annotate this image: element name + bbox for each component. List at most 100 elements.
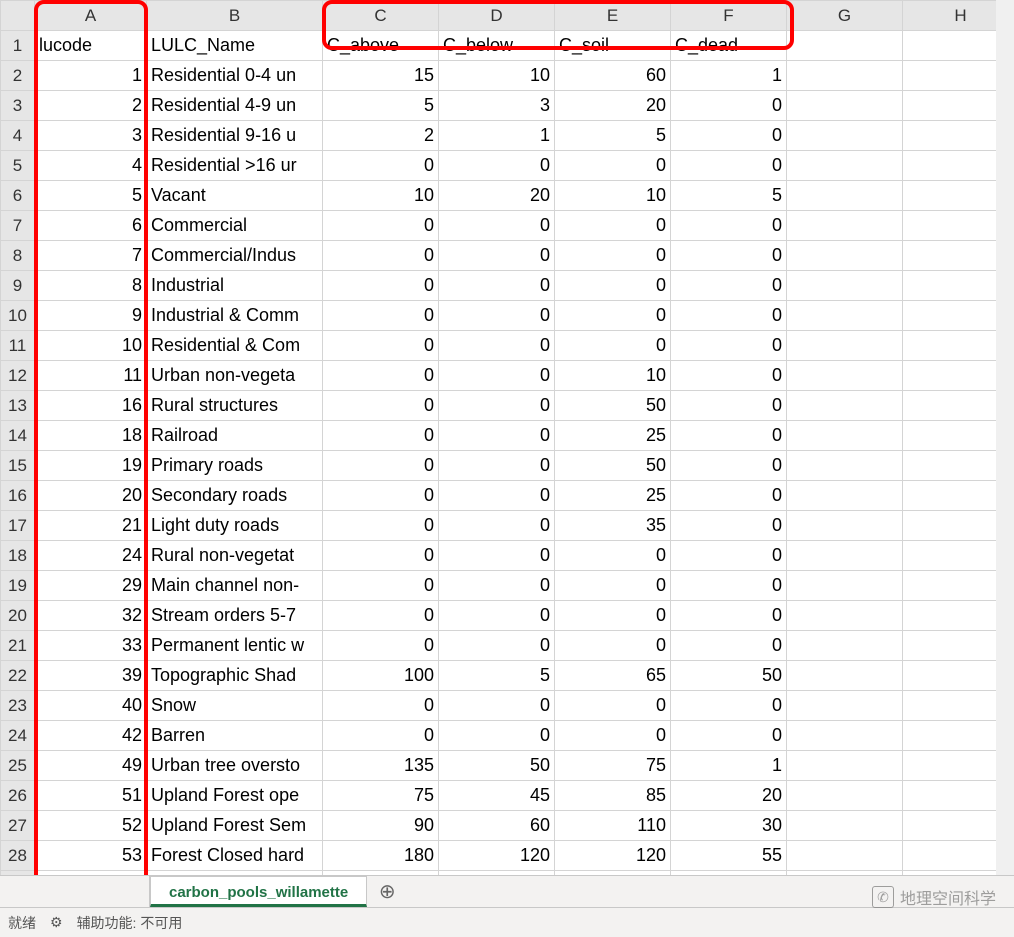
cell[interactable]: 16	[35, 391, 147, 421]
cell[interactable]: 0	[555, 241, 671, 271]
cell[interactable]: 0	[555, 271, 671, 301]
cell[interactable]: 0	[323, 421, 439, 451]
row-header[interactable]: 11	[1, 331, 35, 361]
cell[interactable]: 2	[323, 121, 439, 151]
cell[interactable]: 5	[555, 121, 671, 151]
cell[interactable]: C_above	[323, 31, 439, 61]
cell[interactable]: Residential 9-16 u	[147, 121, 323, 151]
cell[interactable]: 0	[671, 601, 787, 631]
cell[interactable]: Commercial/Indus	[147, 241, 323, 271]
cell[interactable]: Barren	[147, 721, 323, 751]
cell[interactable]: 10	[555, 181, 671, 211]
cell[interactable]: 0	[439, 481, 555, 511]
cell[interactable]: 19	[35, 451, 147, 481]
cell[interactable]: 7	[35, 241, 147, 271]
cell[interactable]: 120	[439, 841, 555, 871]
cell[interactable]: 0	[439, 601, 555, 631]
row-header[interactable]: 13	[1, 391, 35, 421]
cell[interactable]: 3	[439, 91, 555, 121]
col-header-F[interactable]: F	[671, 1, 787, 31]
cell[interactable]: 0	[671, 301, 787, 331]
cell[interactable]: 0	[439, 361, 555, 391]
cell[interactable]: 6	[35, 211, 147, 241]
row-header[interactable]: 2	[1, 61, 35, 91]
cell[interactable]: Urban tree oversto	[147, 751, 323, 781]
cell[interactable]	[787, 721, 903, 751]
cell[interactable]: 0	[323, 541, 439, 571]
cell[interactable]: 90	[323, 811, 439, 841]
cell[interactable]: 0	[323, 481, 439, 511]
cell[interactable]: 0	[323, 721, 439, 751]
cell[interactable]: 1	[439, 121, 555, 151]
cell[interactable]: 50	[555, 451, 671, 481]
cell[interactable]: 75	[323, 781, 439, 811]
col-header-E[interactable]: E	[555, 1, 671, 31]
cell[interactable]: 51	[35, 781, 147, 811]
cell[interactable]: 50	[555, 391, 671, 421]
cell[interactable]: 0	[323, 391, 439, 421]
cell[interactable]: 0	[439, 421, 555, 451]
cell[interactable]	[787, 451, 903, 481]
cell[interactable]: 9	[35, 301, 147, 331]
cell[interactable]: 45	[439, 781, 555, 811]
cell[interactable]: 0	[555, 301, 671, 331]
cell[interactable]: 0	[555, 151, 671, 181]
cell[interactable]: 1	[671, 751, 787, 781]
cell[interactable]: 0	[439, 631, 555, 661]
cell[interactable]: 60	[555, 61, 671, 91]
cell[interactable]	[787, 61, 903, 91]
cell[interactable]: 0	[439, 721, 555, 751]
cell[interactable]: 0	[323, 331, 439, 361]
cell[interactable]: 0	[439, 151, 555, 181]
row-header[interactable]: 27	[1, 811, 35, 841]
cell[interactable]: 0	[323, 211, 439, 241]
cell[interactable]: 5	[323, 91, 439, 121]
cell[interactable]: 1	[35, 61, 147, 91]
cell[interactable]: Residential >16 ur	[147, 151, 323, 181]
cell[interactable]: Vacant	[147, 181, 323, 211]
row-header[interactable]: 7	[1, 211, 35, 241]
cell[interactable]: 135	[323, 751, 439, 781]
row-header[interactable]: 28	[1, 841, 35, 871]
cell[interactable]: 10	[439, 61, 555, 91]
cell[interactable]: 0	[323, 241, 439, 271]
cell[interactable]	[787, 361, 903, 391]
cell[interactable]: Snow	[147, 691, 323, 721]
cell[interactable]: Residential 4-9 un	[147, 91, 323, 121]
cell[interactable]	[787, 481, 903, 511]
cell[interactable]	[787, 511, 903, 541]
cell[interactable]: 29	[35, 571, 147, 601]
cell[interactable]: 40	[35, 691, 147, 721]
cell[interactable]	[787, 91, 903, 121]
cell[interactable]: 21	[35, 511, 147, 541]
cell[interactable]: 20	[439, 181, 555, 211]
row-header[interactable]: 14	[1, 421, 35, 451]
cell[interactable]: 20	[555, 91, 671, 121]
cell[interactable]	[787, 121, 903, 151]
cell[interactable]: 25	[555, 481, 671, 511]
row-header[interactable]: 23	[1, 691, 35, 721]
cell[interactable]: 0	[671, 571, 787, 601]
cell[interactable]: 0	[671, 121, 787, 151]
cell[interactable]: 5	[671, 181, 787, 211]
cell[interactable]: 0	[439, 511, 555, 541]
cell[interactable]: 0	[439, 541, 555, 571]
cell[interactable]	[787, 271, 903, 301]
cell[interactable]: 18	[35, 421, 147, 451]
cell[interactable]: 0	[671, 361, 787, 391]
cell[interactable]: 10	[323, 181, 439, 211]
cell[interactable]: 0	[323, 451, 439, 481]
cell[interactable]: 0	[555, 541, 671, 571]
vertical-scrollbar[interactable]	[996, 0, 1014, 875]
row-header[interactable]: 10	[1, 301, 35, 331]
cell[interactable]: 0	[555, 691, 671, 721]
cell[interactable]: 0	[671, 511, 787, 541]
cell[interactable]	[787, 811, 903, 841]
cell[interactable]: 0	[323, 511, 439, 541]
cell[interactable]	[787, 331, 903, 361]
cell[interactable]: 0	[323, 571, 439, 601]
cell[interactable]: Upland Forest Sem	[147, 811, 323, 841]
cell[interactable]: 0	[323, 631, 439, 661]
row-header[interactable]: 21	[1, 631, 35, 661]
cell[interactable]: 0	[439, 211, 555, 241]
